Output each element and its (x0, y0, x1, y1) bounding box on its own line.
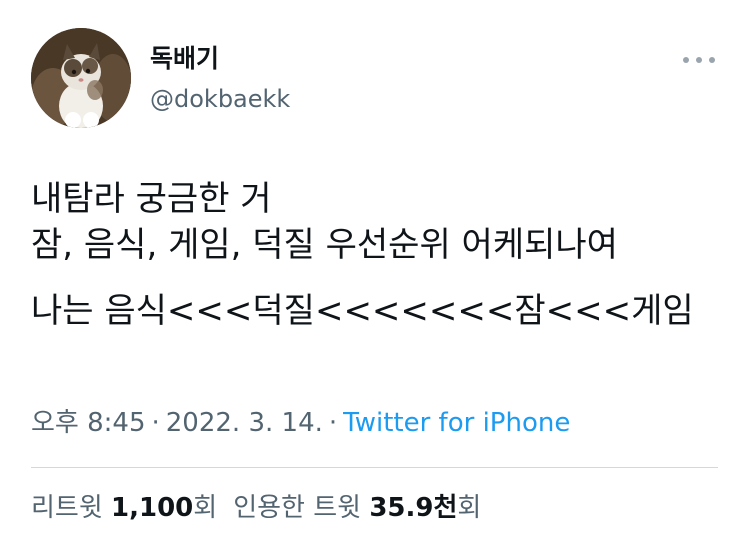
quotes-stat[interactable]: 인용한 트윗 35.9천회 (233, 490, 481, 526)
tweet-time[interactable]: 오후 8:45 (31, 408, 146, 438)
tweet-text: 내탐라 궁금한 거 잠, 음식, 게임, 덕질 우선순위 어케되나여 나는 음식… (31, 176, 720, 334)
retweets-stat[interactable]: 리트윗 1,100회 (31, 490, 217, 526)
retweets-label: 리트윗 (31, 493, 103, 523)
tweet-date[interactable]: 2022. 3. 14. (166, 408, 323, 438)
more-horizontal-icon[interactable] (683, 50, 715, 70)
meta-separator: · (151, 408, 160, 438)
dot (709, 57, 715, 63)
tweet-stats: 리트윗 1,100회 인용한 트윗 35.9천회 (31, 490, 481, 526)
author-display-name[interactable]: 독배기 (150, 44, 219, 74)
tweet-line: 잠, 음식, 게임, 덕질 우선순위 어케되나여 (31, 225, 618, 265)
tweet-line: 나는 음식<<<덕질<<<<<<<잠<<<게임 (31, 291, 694, 331)
retweets-count: 1,100 (111, 493, 194, 523)
dot (696, 57, 702, 63)
tweet-card: 독배기 @dokbaekk 내탐라 궁금한 거 잠, 음식, 게임, 덕질 우선… (0, 0, 750, 544)
quotes-unit: 회 (457, 493, 482, 523)
meta-separator: · (328, 408, 338, 438)
dot (683, 57, 689, 63)
tweet-source-link[interactable]: Twitter for iPhone (343, 408, 570, 438)
author-handle[interactable]: @dokbaekk (150, 84, 290, 114)
tweet-line: 내탐라 궁금한 거 (31, 179, 272, 219)
tweet-meta: 오후 8:45 · 2022. 3. 14. · Twitter for iPhone (31, 405, 570, 441)
kitten-avatar-image (31, 28, 131, 128)
quotes-label: 인용한 트윗 (233, 493, 362, 523)
quotes-count: 35.9천 (369, 493, 458, 523)
retweets-unit: 회 (193, 493, 218, 523)
avatar[interactable] (31, 28, 131, 128)
divider (31, 467, 718, 468)
